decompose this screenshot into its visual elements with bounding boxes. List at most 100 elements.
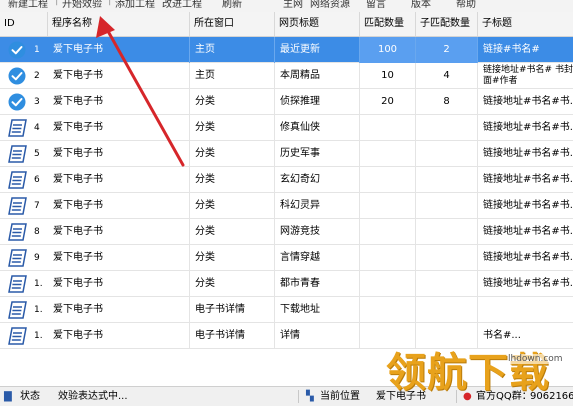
cell-page-title: 玄幻奇幻 <box>275 167 360 193</box>
row-id: 8 <box>34 227 40 237</box>
location-icon: ▚ <box>306 391 314 402</box>
row-id: 3 <box>34 97 40 107</box>
column-header-name[interactable]: 程序名称 <box>48 12 190 36</box>
cell-page-title: 下载地址 <box>275 297 360 323</box>
menu-resources[interactable]: 网络资源 <box>310 0 350 10</box>
table-row[interactable]: 6 爱下电子书 分类 玄幻奇幻 链接地址#书名#书... <box>0 167 573 193</box>
cell-id: 4 <box>0 115 50 141</box>
cell-subtitle: 链接地址#书名#书... <box>483 278 573 289</box>
cell-subtitle: 链接#书名# <box>483 44 540 55</box>
document-icon <box>8 249 27 267</box>
menu-add-project[interactable]: 添加工程 <box>115 0 155 10</box>
table-row[interactable]: 1. 爱下电子书 电子书详情 下载地址 <box>0 297 573 323</box>
cell-submatch-count <box>416 115 478 141</box>
cell-program-name: 爱下电子书 <box>48 297 190 323</box>
cell-id: 1. <box>0 297 50 323</box>
column-header-subtitle[interactable]: 子标题 <box>478 12 573 36</box>
row-id: 2 <box>34 71 40 81</box>
cell-submatch-count: 8 <box>416 89 478 115</box>
menu-new-project[interactable]: 新建工程 <box>8 0 48 10</box>
cell-program-name: 爱下电子书 <box>48 167 190 193</box>
menu-version[interactable]: 版本 <box>411 0 431 10</box>
cell-id: 6 <box>0 167 50 193</box>
document-icon <box>8 171 27 189</box>
menu-separator: | <box>108 0 112 6</box>
cell-program-name: 爱下电子书 <box>48 37 190 63</box>
document-icon <box>8 301 27 319</box>
cell-id: 9 <box>0 245 50 271</box>
check-circle-icon <box>8 67 26 85</box>
menu-home[interactable]: 主网 <box>283 0 303 10</box>
row-id: 6 <box>34 175 40 185</box>
cell-match-count <box>360 245 416 271</box>
table-row[interactable]: 1. 爱下电子书 分类 都市青春 链接地址#书名#书... <box>0 271 573 297</box>
table-row[interactable]: 5 爱下电子书 分类 历史军事 链接地址#书名#书... <box>0 141 573 167</box>
row-id: 1. <box>34 305 43 315</box>
menu-refresh[interactable]: 刷新 <box>222 0 242 10</box>
cell-program-name: 爱下电子书 <box>48 115 190 141</box>
row-id: 7 <box>34 201 40 211</box>
menu-help[interactable]: 帮助 <box>456 0 476 10</box>
cell-subtitle: 链接地址#书名#书... <box>483 200 573 211</box>
menu-separator: | <box>55 0 59 6</box>
cell-submatch-count <box>416 271 478 297</box>
cell-subtitle: 链接地址#书名#书... <box>483 174 573 185</box>
project-grid[interactable]: ID 程序名称 所在窗口 网页标题 匹配数量 子匹配数量 子标题 1 爱下电子书主… <box>0 12 573 386</box>
table-row[interactable]: 4 爱下电子书 分类 修真仙侠 链接地址#书名#书... <box>0 115 573 141</box>
document-icon <box>8 197 27 215</box>
cell-id: 1. <box>0 271 50 297</box>
row-id: 1. <box>34 279 43 289</box>
cell-id: 1 <box>0 37 50 63</box>
cell-submatch-count <box>416 193 478 219</box>
cell-page-title: 言情穿越 <box>275 245 360 271</box>
document-icon <box>8 327 27 345</box>
column-header-submatch[interactable]: 子匹配数量 <box>416 12 478 36</box>
cell-id: 8 <box>0 219 50 245</box>
column-header-title[interactable]: 网页标题 <box>275 12 360 36</box>
menu-start-check[interactable]: 开始效验 <box>62 0 102 10</box>
table-row[interactable]: 2 爱下电子书 主页 本周精品 10 4 链接地址#书名# 书封面#作者 <box>0 63 573 89</box>
cell-program-name: 爱下电子书 <box>48 245 190 271</box>
cell-window: 分类 <box>190 193 275 219</box>
cell-submatch-count <box>416 219 478 245</box>
cell-program-name: 爱下电子书 <box>48 271 190 297</box>
cell-page-title: 修真仙侠 <box>275 115 360 141</box>
menu-message[interactable]: 留言 <box>366 0 386 10</box>
cell-page-title: 详情 <box>275 323 360 349</box>
cell-match-count: 20 <box>360 89 416 115</box>
menu-edit-project[interactable]: 改进工程 <box>162 0 202 10</box>
cell-subtitle: 链接地址#书名#书... <box>483 122 573 133</box>
table-row[interactable]: 9 爱下电子书 分类 言情穿越 链接地址#书名#书... <box>0 245 573 271</box>
table-row[interactable]: 3 爱下电子书 分类 侦探推理 20 8 链接地址#书名#书... <box>0 89 573 115</box>
cell-id: 5 <box>0 141 50 167</box>
table-row[interactable]: 7 爱下电子书 分类 科幻灵异 链接地址#书名#书... <box>0 193 573 219</box>
row-id: 4 <box>34 123 40 133</box>
column-header-match[interactable]: 匹配数量 <box>360 12 416 36</box>
document-icon <box>8 145 27 163</box>
cell-id: 1. <box>0 323 50 349</box>
grid-header: ID 程序名称 所在窗口 网页标题 匹配数量 子匹配数量 子标题 <box>0 12 573 37</box>
cell-match-count <box>360 193 416 219</box>
cell-window: 分类 <box>190 89 275 115</box>
cell-window: 分类 <box>190 245 275 271</box>
column-header-id[interactable]: ID <box>0 12 48 36</box>
status-label: 状态 <box>20 391 40 402</box>
cell-subtitle: 链接地址#书名# 书封面#作者 <box>483 65 573 86</box>
cell-window: 电子书详情 <box>190 323 275 349</box>
cell-submatch-count <box>416 297 478 323</box>
cell-submatch-count <box>416 167 478 193</box>
cell-match-count <box>360 115 416 141</box>
watermark-logo: 领航下载 <box>386 350 550 396</box>
watermark-url: lhdown.com <box>508 354 563 364</box>
cell-window: 主页 <box>190 63 275 89</box>
cell-program-name: 爱下电子书 <box>48 141 190 167</box>
cell-id: 2 <box>0 63 50 89</box>
cell-match-count <box>360 167 416 193</box>
position-label: 当前位置 <box>320 391 360 402</box>
table-row[interactable]: 1 爱下电子书 主页 最近更新 100 2 链接#书名# <box>0 37 573 63</box>
cell-id: 7 <box>0 193 50 219</box>
cell-program-name: 爱下电子书 <box>48 323 190 349</box>
cell-page-title: 历史军事 <box>275 141 360 167</box>
table-row[interactable]: 8 爱下电子书 分类 网游竞技 链接地址#书名#书... <box>0 219 573 245</box>
column-header-window[interactable]: 所在窗口 <box>190 12 275 36</box>
